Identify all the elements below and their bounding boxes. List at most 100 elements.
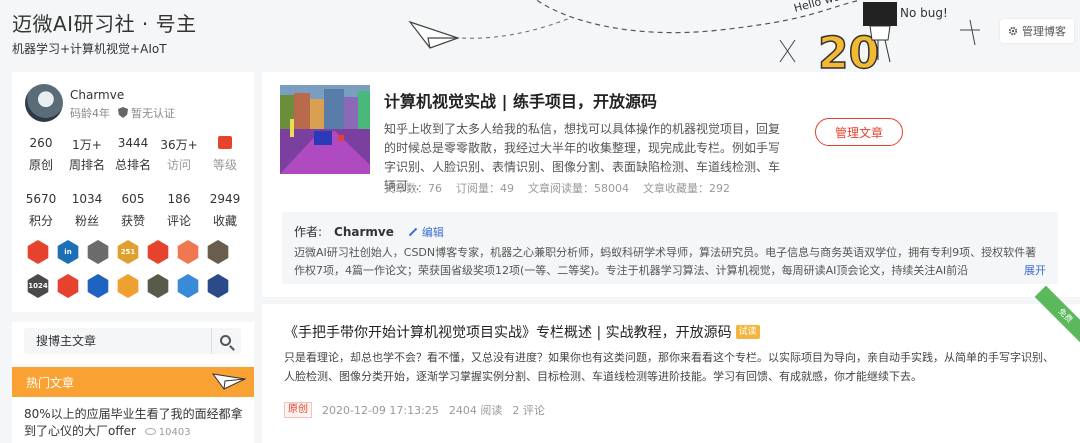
dark-badge-icon[interactable] [147, 274, 169, 298]
edit-link[interactable]: 编辑 [408, 224, 444, 240]
stat-label: 粉丝 [74, 214, 99, 228]
pink-badge-icon[interactable] [177, 240, 199, 264]
column-card: 计算机视觉实战 | 练手项目，开放源码 知乎上收到了太多人给我的私信，想找可以具… [262, 72, 1080, 297]
blog-header: 迈微AI研习社 · 号主 机器学习+计算机视觉+AIoT Hello world… [0, 0, 1080, 72]
stat-label: 评论 [166, 214, 191, 228]
manage-article-button[interactable]: 管理文章 [815, 118, 903, 146]
stat-label: 等级 [212, 158, 237, 172]
stat-stats_row2-0[interactable]: 5670 积分 [18, 192, 64, 229]
manage-blog-button[interactable]: 管理博客 [1000, 19, 1074, 43]
badges-row-1: in 251 [26, 240, 246, 264]
red-badge-icon[interactable] [27, 240, 49, 264]
article-meta: 原创 2020-12-09 17:13:25 2404 阅读 2 评论 [284, 402, 545, 418]
author-label: 作者: [294, 225, 323, 239]
stat-label: 周排名 [68, 158, 105, 172]
article-comments[interactable]: 2 评论 [512, 402, 545, 418]
stat-label: 积分 [28, 214, 53, 228]
linkedin-badge-icon[interactable]: in [57, 240, 79, 264]
hot-article-title[interactable]: 80%以上的应届毕业生看了我的面经都拿到了心仪的大厂offer [24, 407, 243, 438]
avatar[interactable] [25, 84, 63, 122]
article-description: 只是看理论，却总也学不会？看不懂，又总没有进度？如果你也有这类问题，那你来看看这… [284, 351, 1054, 383]
profile-meta: 码龄4年 暂无认证 [70, 105, 175, 121]
stat-value: 3444 [117, 136, 149, 150]
author-line: 作者: Charmve 编辑 [294, 223, 1046, 240]
stat-stats_row2-2[interactable]: 605 获赞 [110, 192, 156, 229]
eye-icon [144, 428, 156, 435]
stat-label: 获赞 [120, 214, 145, 228]
column-title[interactable]: 计算机视觉实战 | 练手项目，开放源码 [384, 88, 657, 112]
column-stat: 文章数：76 [384, 182, 442, 195]
column-stats: 文章数：76 订阅量：49 文章阅读量：58004 文章收藏量：292 [384, 180, 730, 196]
search-icon [220, 334, 231, 346]
stat-value: 605 [121, 192, 145, 206]
rainbow-badge-icon[interactable]: 251 [117, 240, 139, 264]
stat-stats_row1-4[interactable]: 等级 [202, 136, 248, 173]
pen-badge-icon[interactable] [57, 274, 79, 298]
trial-tag: 试读 [735, 325, 760, 339]
original-tag: 原创 [284, 402, 312, 418]
github-badge-icon[interactable] [87, 240, 109, 264]
blog-subtitle: 机器学习+计算机视觉+AIoT [12, 42, 167, 56]
search-button[interactable] [211, 328, 241, 354]
stat-label: 访问 [166, 158, 191, 172]
stat-label: 原创 [28, 158, 53, 172]
gray-badge-icon[interactable] [207, 240, 229, 264]
column-stat: 订阅量：49 [456, 182, 514, 195]
article-title-row[interactable]: 《手把手带你开始计算机视觉项目实战》专栏概述 | 实战教程，开放源码 试读 [284, 322, 760, 342]
no-bug-deco: No bug! [900, 6, 948, 20]
header-decoration-illustration: Hello world! No bug! 20 [408, 0, 980, 72]
stat-stats_row2-4[interactable]: 2949 收藏 [202, 192, 248, 229]
stat-label: 总排名 [114, 158, 151, 172]
author-name[interactable]: Charmve [334, 225, 394, 239]
hot-articles-title: 热门文章 [26, 375, 75, 390]
hot-articles-header: 热门文章 [12, 367, 254, 397]
stat-value: 186 [167, 192, 191, 206]
fire-badge-icon[interactable] [147, 240, 169, 264]
hot-article-item[interactable]: 80%以上的应届毕业生看了我的面经都拿到了心仪的大厂offer 10403 [12, 397, 254, 441]
stat-stats_row1-2[interactable]: 3444 总排名 [110, 136, 156, 173]
article-reads: 2404 阅读 [448, 404, 503, 417]
column-thumbnail[interactable] [280, 85, 370, 174]
column-stat: 文章收藏量：292 [643, 182, 730, 195]
manage-blog-label: 管理博客 [1022, 25, 1066, 38]
stat-value: 260 [29, 136, 53, 150]
search-input[interactable] [24, 328, 209, 354]
hello-world-deco: Hello world! [792, 0, 859, 15]
stat-value: 1万+ [72, 138, 102, 152]
stat-stats_row1-0[interactable]: 260 原创 [18, 136, 64, 173]
stat-value [202, 136, 248, 152]
navy-badge-icon[interactable] [207, 274, 229, 298]
stat-stats_row1-3[interactable]: 36万+ 访问 [156, 136, 202, 173]
shield-icon [118, 107, 128, 118]
paper-plane-icon [408, 20, 460, 49]
article-date: 2020-12-09 17:13:25 [322, 403, 439, 417]
1024-badge-icon[interactable]: 1024 [27, 274, 49, 298]
article-title[interactable]: 《手把手带你开始计算机视觉项目实战》专栏概述 | 实战教程，开放源码 [284, 322, 732, 342]
stat-value: 36万+ [160, 138, 198, 152]
twenty-deco: 20 [818, 28, 879, 72]
stat-value: 2949 [209, 192, 241, 206]
flag-badge-icon[interactable] [87, 274, 109, 298]
stat-value: 5670 [25, 192, 57, 206]
search-box [24, 328, 241, 354]
stat-stats_row1-1[interactable]: 1万+ 周排名 [64, 136, 110, 173]
blue-badge-icon[interactable] [177, 274, 199, 298]
stat-stats_row2-1[interactable]: 1034 粉丝 [64, 192, 110, 229]
expand-link[interactable]: 展开 [994, 262, 1046, 280]
stats-row-2: 5670 积分 1034 粉丝 605 获赞 186 评论 2949 收藏 [18, 192, 248, 229]
paper-plane-icon [212, 373, 246, 390]
stats-row-1: 260 原创 1万+ 周排名 3444 总排名 36万+ 访问 等级 [18, 136, 248, 173]
search-card [12, 322, 254, 366]
article-card: 《手把手带你开始计算机视觉项目实战》专栏概述 | 实战教程，开放源码 试读 只是… [262, 285, 1080, 443]
stat-stats_row2-3[interactable]: 186 评论 [156, 192, 202, 229]
blog-title[interactable]: 迈微AI研习社 · 号主 [12, 8, 197, 37]
stat-value: 1034 [71, 192, 103, 206]
profile-card: Charmve 码龄4年 暂无认证 260 原创 1万+ 周排名 3444 总排名 36万+… [12, 72, 254, 312]
profile-username[interactable]: Charmve [70, 88, 124, 102]
badges-row-2: 1024 [26, 274, 246, 298]
stat-label: 收藏 [212, 214, 237, 228]
level-icon [218, 136, 232, 149]
hot-articles-card: 热门文章 80%以上的应届毕业生看了我的面经都拿到了心仪的大厂offer 104… [12, 367, 254, 443]
author-box: 作者: Charmve 编辑 迈微AI研习社创始人，CSDN博客专家，机器之心兼… [282, 212, 1058, 284]
check-badge-icon[interactable] [117, 274, 139, 298]
